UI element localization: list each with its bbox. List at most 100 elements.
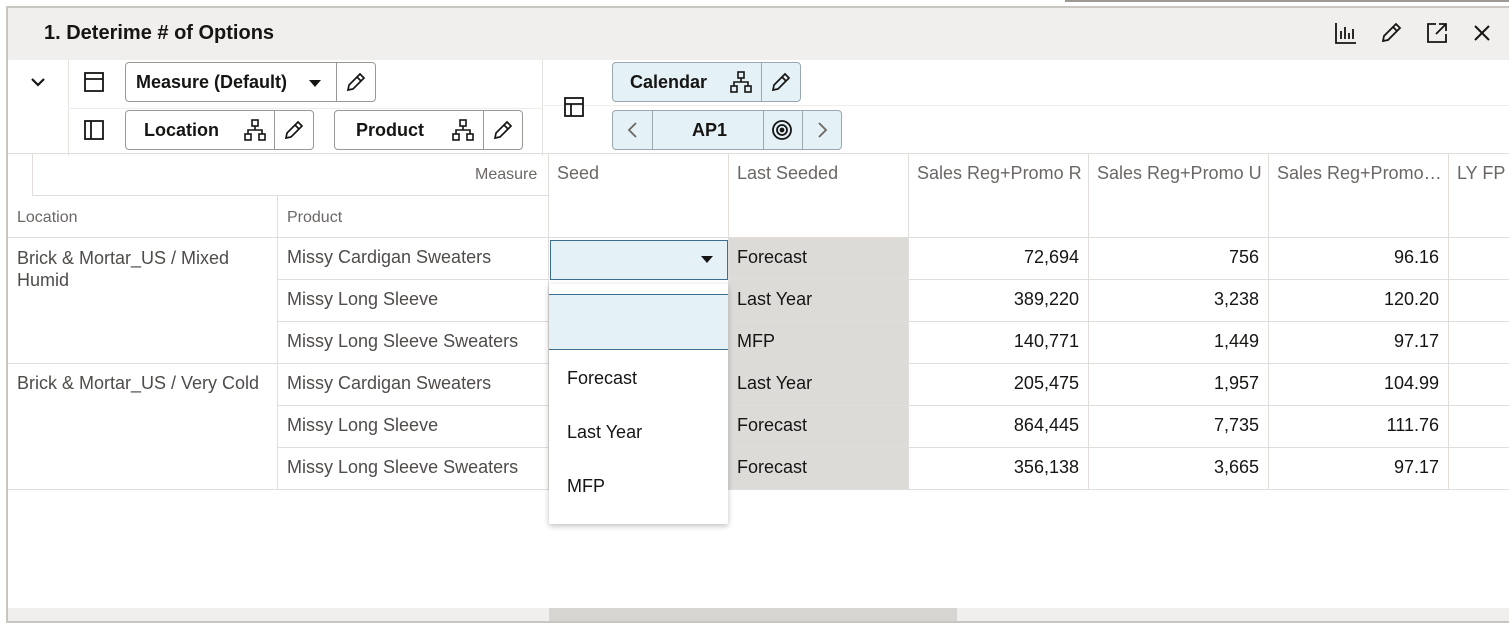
calendar-selector[interactable]: Calendar [612,62,801,102]
sales-p-cell[interactable]: 96.16 [1269,247,1439,268]
hierarchy-icon[interactable] [451,118,475,142]
last-seeded-cell: Forecast [729,238,908,279]
period-navigator[interactable]: AP1 [612,110,842,150]
rows-layout-icon[interactable] [81,69,107,95]
view-panel: 1. Deterime # of Options Measure (Defaul… [6,6,1509,623]
sales-r-cell[interactable]: 205,475 [909,373,1079,394]
last-seeded-cell: Forecast [729,448,908,489]
column-header-last-seeded[interactable]: Last Seeded [737,163,907,184]
sales-r-cell[interactable]: 72,694 [909,247,1079,268]
sales-u-cell[interactable]: 3,238 [1089,289,1259,310]
title-bar: 1. Deterime # of Options [8,8,1509,60]
columns-layout-icon[interactable] [81,117,107,143]
dropdown-option-last-year[interactable]: Last Year [567,422,642,443]
close-icon[interactable] [1469,20,1495,46]
pill-divider [761,63,762,101]
sales-p-cell[interactable]: 120.20 [1269,289,1439,310]
edit-icon[interactable] [1378,20,1404,46]
pill-divider [652,111,653,149]
sales-r-cell[interactable]: 864,445 [909,415,1079,436]
chevron-right-icon[interactable] [810,118,834,142]
location-label: Location [144,119,219,140]
grid-line [32,195,548,196]
grid-line [1268,154,1269,490]
sales-u-cell[interactable]: 3,665 [1089,457,1259,478]
pill-divider [274,111,275,149]
product-header: Product [287,209,343,226]
sales-p-cell[interactable]: 111.76 [1269,415,1439,436]
pill-divider [763,111,764,149]
location-selector[interactable]: Location [125,110,314,150]
row-location: Brick & Mortar_US / Mixed Humid [17,248,230,290]
toolbar-divider [542,60,543,156]
column-header-sales-u[interactable]: Sales Reg+Promo U [1097,163,1267,184]
edit-product-icon[interactable] [491,118,515,142]
toolbar-row-divider [68,108,542,109]
pill-divider [336,63,337,101]
measure-header: Measure [475,166,538,183]
expand-icon[interactable] [1424,20,1450,46]
sales-r-cell[interactable]: 389,220 [909,289,1079,310]
grid-line [277,196,278,490]
sales-r-cell[interactable]: 356,138 [909,457,1079,478]
grid-line [908,154,909,490]
last-seeded-cell: Forecast [729,406,908,447]
dropdown-option-mfp[interactable]: MFP [567,476,605,497]
row-product: Missy Cardigan Sweaters [287,247,492,267]
pivot-layout-icon[interactable] [561,94,587,120]
chevron-left-icon[interactable] [621,118,645,142]
dropdown-option-empty[interactable] [549,295,728,350]
last-seeded-cell: Last Year [729,364,908,405]
row-product: Missy Cardigan Sweaters [287,373,492,393]
collapse-chevron-icon[interactable] [25,69,51,95]
column-header-seed[interactable]: Seed [557,163,727,184]
dropdown-caret-icon[interactable] [701,256,713,263]
edit-measure-icon[interactable] [344,70,368,94]
sales-r-cell[interactable]: 140,771 [909,331,1079,352]
hierarchy-icon[interactable] [729,70,753,94]
sales-u-cell[interactable]: 1,449 [1089,331,1259,352]
dropdown-caret-icon[interactable] [309,80,321,87]
grid-line [8,153,1509,154]
view-title: 1. Deterime # of Options [44,22,275,44]
grid-line [1448,154,1449,490]
column-header-sales-r[interactable]: Sales Reg+Promo R [917,163,1087,184]
column-header-sales-p[interactable]: Sales Reg+Promo… [1277,163,1447,184]
target-icon[interactable] [770,118,794,142]
last-seeded-cell: MFP [729,322,908,363]
sales-p-cell[interactable]: 97.17 [1269,331,1439,352]
grid-line [1088,154,1089,490]
pill-divider [483,111,484,149]
sales-p-cell[interactable]: 97.17 [1269,457,1439,478]
calendar-label: Calendar [630,71,708,92]
product-label: Product [356,119,425,140]
period-label: AP1 [692,119,728,140]
top-edge-line [1065,0,1509,2]
toolbar-row-divider [542,105,1509,106]
location-header: Location [17,209,78,226]
seed-dropdown-list: Forecast Last Year MFP [549,284,728,524]
chart-icon[interactable] [1333,20,1359,46]
grid-line [32,154,33,196]
last-seeded-cell: Last Year [729,280,908,321]
column-header-ly-fp[interactable]: LY FP [1457,163,1509,184]
sales-u-cell[interactable]: 1,957 [1089,373,1259,394]
pill-divider [802,111,803,149]
hierarchy-icon[interactable] [243,118,267,142]
grid-line [8,489,1509,490]
row-location: Brick & Mortar_US / Very Cold [17,373,260,393]
sales-p-cell[interactable]: 104.99 [1269,373,1439,394]
horizontal-scrollbar-thumb[interactable] [549,608,957,621]
row-product: Missy Long Sleeve Sweaters [287,457,519,477]
sales-u-cell[interactable]: 756 [1089,247,1259,268]
dropdown-option-forecast[interactable]: Forecast [567,368,637,389]
measure-label: Measure (Default) [136,71,288,92]
edit-location-icon[interactable] [282,118,306,142]
dropdown-header [549,284,728,295]
seed-select[interactable] [550,240,728,280]
product-selector[interactable]: Product [334,110,523,150]
sales-u-cell[interactable]: 7,735 [1089,415,1259,436]
measure-selector[interactable]: Measure (Default) [125,62,376,102]
row-product: Missy Long Sleeve [287,415,439,435]
edit-calendar-icon[interactable] [769,70,793,94]
